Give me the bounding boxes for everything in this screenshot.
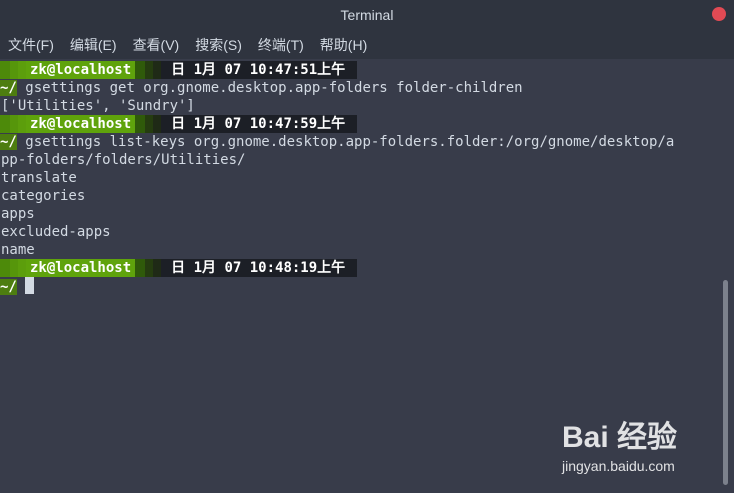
output-line: excluded-apps <box>1 224 111 240</box>
window-title: Terminal <box>340 7 394 23</box>
title-bar[interactable]: Terminal <box>0 0 734 30</box>
terminal-window: Terminal 文件(F) 编辑(E) 查看(V) 搜索(S) 终端(T) 帮… <box>0 0 734 493</box>
watermark-url: jingyan.baidu.com <box>562 458 675 474</box>
cwd-label: ~/ <box>0 80 17 96</box>
command-line: ~/ gsettings get org.gnome.desktop.app-f… <box>0 79 523 97</box>
command-line: ~/ <box>0 277 35 295</box>
prompt-bar: zk@localhost 日 1月 07 10:47:51上午 <box>0 61 358 79</box>
text-cursor <box>25 277 35 294</box>
prompt-time: 日 1月 07 10:48:19上午 <box>161 259 358 277</box>
prompt-user: zk@localhost <box>26 61 136 79</box>
scrollbar[interactable] <box>723 280 728 485</box>
watermark: Bai 经验 jingyan.baidu.com <box>562 412 722 477</box>
prompt-user: zk@localhost <box>26 115 136 133</box>
output-line: categories <box>1 188 86 204</box>
cwd-label: ~/ <box>0 134 17 150</box>
menu-terminal[interactable]: 终端(T) <box>250 35 312 55</box>
output-line: ['Utilities', 'Sundry'] <box>1 98 195 114</box>
menu-search[interactable]: 搜索(S) <box>187 35 250 55</box>
output-line: translate <box>1 170 77 186</box>
cwd-label: ~/ <box>0 279 17 295</box>
command-text: gsettings get org.gnome.desktop.app-fold… <box>25 80 523 96</box>
menu-bar: 文件(F) 编辑(E) 查看(V) 搜索(S) 终端(T) 帮助(H) <box>0 30 734 59</box>
command-text: gsettings list-keys org.gnome.desktop.ap… <box>25 134 675 150</box>
menu-help[interactable]: 帮助(H) <box>312 35 375 55</box>
command-line: ~/ gsettings list-keys org.gnome.desktop… <box>0 133 674 151</box>
prompt-time: 日 1月 07 10:47:51上午 <box>161 61 358 79</box>
prompt-time: 日 1月 07 10:47:59上午 <box>161 115 358 133</box>
command-wrap-line: pp-folders/folders/Utilities/ <box>1 152 246 168</box>
prompt-user: zk@localhost <box>26 259 136 277</box>
prompt-bar: zk@localhost 日 1月 07 10:47:59上午 <box>0 115 358 133</box>
prompt-bar: zk@localhost 日 1月 07 10:48:19上午 <box>0 259 358 277</box>
menu-file[interactable]: 文件(F) <box>0 35 62 55</box>
menu-view[interactable]: 查看(V) <box>125 35 188 55</box>
watermark-logo: Bai 经验 <box>562 421 678 454</box>
menu-edit[interactable]: 编辑(E) <box>62 35 125 55</box>
output-line: apps <box>1 206 35 222</box>
output-line: name <box>1 242 35 258</box>
close-icon[interactable] <box>712 7 726 21</box>
